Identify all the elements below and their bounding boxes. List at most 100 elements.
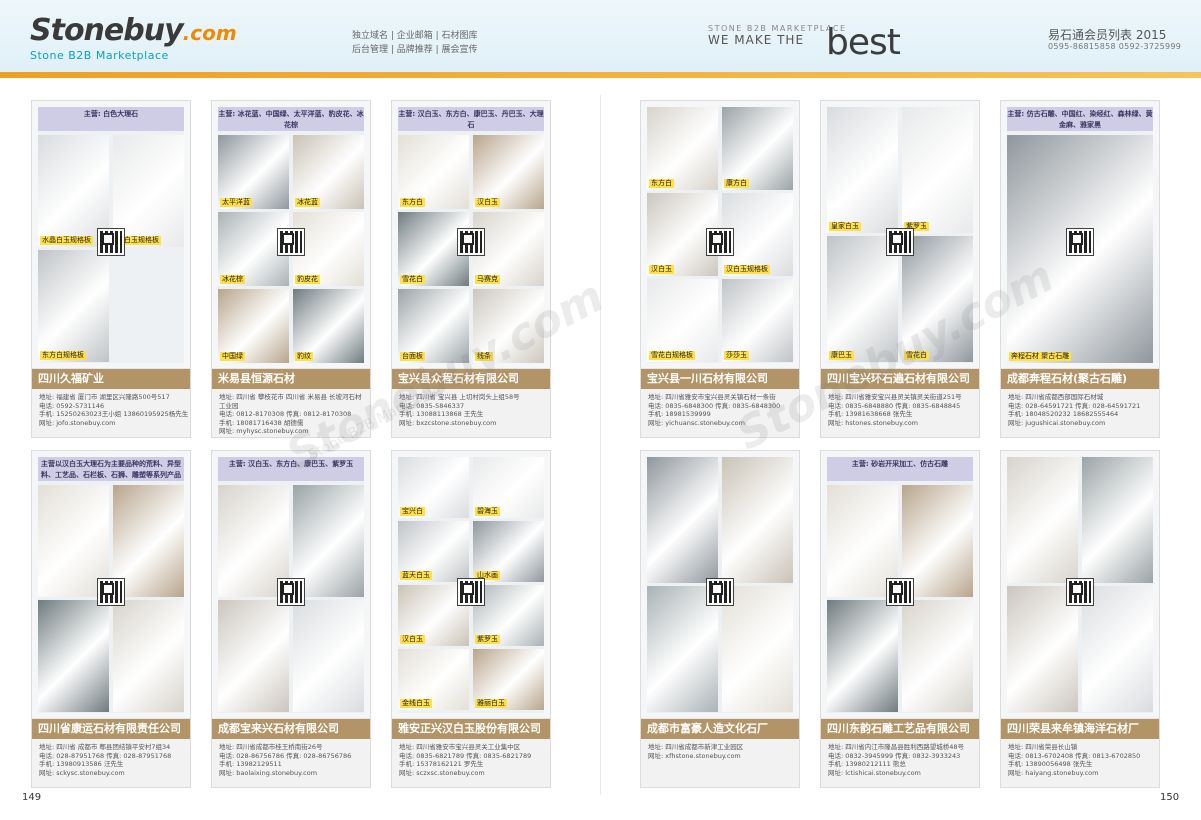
company-card[interactable]: 皇家白玉 紫罗玉 康巴玉 雪花白 四川宝兴环石遍石材有限公司 地址: 四川省雅安宝兴县灵关…: [820, 100, 980, 438]
qr-code-icon[interactable]: [887, 579, 913, 605]
qr-code-icon[interactable]: [278, 579, 304, 605]
stonebuy-logo[interactable]: Stonebuy.com Stone B2B Marketplace: [30, 16, 237, 63]
qr-code-icon[interactable]: [458, 229, 484, 255]
services-line-1: 独立域名 | 企业邮箱 | 石材图库: [352, 31, 478, 41]
product-photo-panel: 主营: 仿古石雕、中国红、染经红、森林绿、黄金麻、雅家黑 奔程石材 聚古石雕: [1001, 101, 1159, 369]
contact-line[interactable]: 网址: sckysc.stonebuy.com: [39, 769, 189, 778]
product-photo-panel: 主营: 白色大理石 水晶白玉规格板 汉白玉规格板 东方白规格板: [32, 101, 190, 369]
company-card[interactable]: 宝兴白 碧海玉 蓝天白玉 山水画 汉白玉 紫罗玉 金线白玉 雅丽白玉雅安正兴汉白玉股份有限公司…: [391, 450, 551, 788]
company-card[interactable]: 主营: 白色大理石 水晶白玉规格板 汉白玉规格板 东方白规格板 四川久福矿业 地址: 福建…: [31, 100, 191, 438]
company-name[interactable]: 四川荣县来牟镇海洋石材厂: [1001, 719, 1159, 739]
stone-sample-image: 东方白规格板: [38, 250, 109, 362]
main-products-banner: 主营以汉白玉大理石为主要品种的荒料、异型料、工艺品、石栏板、石狮、雕塑等系列产品: [38, 457, 184, 481]
product-images: 宝兴白 碧海玉 蓝天白玉 山水画 汉白玉 紫罗玉 金线白玉 雅丽白玉: [398, 457, 544, 713]
contact-line: 地址: 四川省雅安宝兴县灵关镇灵关街道251号: [828, 393, 962, 401]
company-card[interactable]: 主营: 汉白玉、东方白、康巴玉、紫罗玉 成都宝来兴石材有限公司地址: 四川省成都市…: [211, 450, 371, 788]
tagline-best: best: [826, 22, 901, 63]
company-card[interactable]: 主营: 仿古石雕、中国红、染经红、森林绿、黄金麻、雅家黑 奔程石材 聚古石雕 成都奔…: [1000, 100, 1160, 438]
qr-code-icon[interactable]: [707, 579, 733, 605]
contact-line[interactable]: 网址: haiyang.stonebuy.com: [1008, 769, 1158, 778]
contact-line[interactable]: 网址: bxzcstone.stonebuy.com: [399, 419, 549, 428]
company-name[interactable]: 成都宝来兴石材有限公司: [212, 719, 370, 739]
company-card[interactable]: 主营以汉白玉大理石为主要品种的荒料、异型料、工艺品、石栏板、石狮、雕塑等系列产品…: [31, 450, 191, 788]
stone-sample-image: [647, 457, 718, 583]
qr-code-icon[interactable]: [278, 229, 304, 255]
company-contact-details: 地址: 四川省雅安宝兴县灵关镇灵关街道251号 电话: 0835-6848880 …: [828, 393, 978, 427]
contact-line: 地址: 四川省 成都市 郫县团结镇平安村7组34: [39, 743, 171, 751]
contact-line: 手机: 18981539999: [648, 410, 711, 418]
stone-sample-image: 线条: [473, 289, 544, 363]
product-photo-panel: 东方白 康方白 汉白玉 汉白玉规格板 雪花白规格板 莎莎玉: [641, 101, 799, 369]
company-info: 雅安正兴汉白玉股份有限公司 地址: 四川省雅安市宝兴县灵关工业集中区 电话: 083…: [392, 719, 550, 787]
company-info: 四川久福矿业 地址: 福建省 厦门市 湖里区兴隆路500号517 电话: 0592-…: [32, 369, 190, 437]
product-photo-panel: [1001, 451, 1159, 719]
contact-line[interactable]: 网址: jugushicai.stonebuy.com: [1008, 419, 1158, 428]
contact-line: 手机: 18048520232 18682555464: [1008, 410, 1119, 418]
company-contact-details: 地址: 四川省内江市隆昌县胜利西路望城桥48号 电话: 0832-3945999 …: [828, 743, 978, 777]
qr-code-icon[interactable]: [98, 229, 124, 255]
company-contact-details: 地址: 四川省成都市新津工业园区 网址: xfhstone.stonebuy.co…: [648, 743, 798, 760]
company-card[interactable]: 主营: 冰花蓝、中国绿、太平洋蓝、豹皮花、冰花棕 太平洋蓝 冰花蓝 冰花棕 豹皮花 中国绿…: [211, 100, 371, 438]
stone-sample-label: 康巴玉: [829, 351, 854, 360]
company-name[interactable]: 成都奔程石材(聚古石雕): [1001, 369, 1159, 389]
stone-sample-label: 豹纹: [295, 352, 313, 361]
main-products-banner: 主营: 砂岩开采加工、仿古石雕: [827, 457, 973, 481]
contact-line[interactable]: 网址: jofo.stonebuy.com: [39, 419, 189, 428]
contact-line: 地址: 四川省雅安市宝兴县灵关工业集中区: [399, 743, 521, 751]
product-photo-panel: 主营: 汉白玉、东方白、康巴玉、紫罗玉: [212, 451, 370, 719]
qr-code-icon[interactable]: [458, 579, 484, 605]
company-card[interactable]: 四川荣县来牟镇海洋石材厂 地址: 四川省荣县长山镇 电话: 0813-6702408…: [1000, 450, 1160, 788]
contact-line[interactable]: 网址: hstones.stonebuy.com: [828, 419, 978, 428]
company-name[interactable]: 四川宝兴环石遍石材有限公司: [821, 369, 979, 389]
company-card[interactable]: 主营: 砂岩开采加工、仿古石雕四川东韵石雕工艺品有限公司地址: 四川省内江市隆昌…: [820, 450, 980, 788]
stone-sample-label: 汉白玉: [649, 265, 674, 274]
contact-line: 手机: 13088113868 王先生: [399, 410, 484, 418]
company-name[interactable]: 四川东韵石雕工艺品有限公司: [821, 719, 979, 739]
company-name[interactable]: 宝兴县一川石材有限公司: [641, 369, 799, 389]
stone-sample-image: [1007, 457, 1078, 583]
company-name[interactable]: 宝兴县众程石材有限公司: [392, 369, 550, 389]
contact-line: 地址: 四川省雅安市宝兴县灵关镇石材一条街: [648, 393, 776, 401]
company-name[interactable]: 四川省康运石材有限责任公司: [32, 719, 190, 739]
qr-code-icon[interactable]: [1067, 579, 1093, 605]
company-info: 四川荣县来牟镇海洋石材厂 地址: 四川省荣县长山镇 电话: 0813-6702408…: [1001, 719, 1159, 787]
company-name[interactable]: 米易县恒源石材: [212, 369, 370, 389]
logo-subtitle: Stone B2B Marketplace: [30, 49, 169, 62]
services-list: 独立域名 | 企业邮箱 | 石材图库 后台管理 | 品牌推荐 | 展会宣传: [352, 29, 478, 57]
product-images: 主营以汉白玉大理石为主要品种的荒料、异型料、工艺品、石栏板、石狮、雕塑等系列产品: [38, 457, 184, 713]
qr-code-icon[interactable]: [887, 229, 913, 255]
company-card[interactable]: 成都市富豪人造文化石厂 地址: 四川省成都市新津工业园区 网址: xfhstone.…: [640, 450, 800, 788]
product-images: 主营: 砂岩开采加工、仿古石雕: [827, 457, 973, 713]
member-list-title: 易石通会员列表 2015: [1048, 28, 1167, 42]
qr-code-icon[interactable]: [707, 229, 733, 255]
contact-line: 地址: 四川省成都西部国际石材城: [1008, 393, 1104, 401]
contact-line: 手机: 15250263023王小姐 13860195925杨先生: [39, 410, 189, 418]
company-contact-details: 地址: 四川省成都市桂王桥南街26号 电话: 028-86756786 传真: 0…: [219, 743, 369, 777]
stone-sample-image: 台面板: [398, 289, 469, 363]
stone-sample-label: 蓝天白玉: [400, 571, 432, 580]
tagline: STONE B2B MARKETPLACE WE MAKE THE best: [708, 22, 901, 63]
stone-sample-image: [113, 600, 184, 712]
company-card[interactable]: 东方白 康方白 汉白玉 汉白玉规格板 雪花白规格板 莎莎玉 宝兴县一川石材有限公司地址: 四…: [640, 100, 800, 438]
contact-line: 地址: 四川省荣县长山镇: [1008, 743, 1078, 751]
stone-sample-label: 东方白: [400, 198, 425, 207]
contact-line[interactable]: 网址: baolaixing.stonebuy.com: [219, 769, 369, 778]
stone-sample-label: 雪花白: [904, 351, 929, 360]
contact-line[interactable]: 网址: yichuansc.stonebuy.com: [648, 419, 798, 428]
contact-line: 电话: 028-64591721 传真: 028-64591721: [1008, 401, 1141, 410]
company-name[interactable]: 四川久福矿业: [32, 369, 190, 389]
company-name[interactable]: 成都市富豪人造文化石厂: [641, 719, 799, 739]
contact-line[interactable]: 网址: lctishicai.stonebuy.com: [828, 769, 978, 778]
company-card[interactable]: 主营: 汉白玉、东方白、康巴玉、丹巴玉、大理石 东方白 汉白玉 雪花白 马赛克 台面板 线条…: [391, 100, 551, 438]
stone-sample-image: 蓝天白玉: [398, 521, 469, 582]
contact-line[interactable]: 网址: sczxsc.stonebuy.com: [399, 769, 549, 778]
qr-code-icon[interactable]: [98, 579, 124, 605]
contact-line: 工业园: [219, 401, 239, 410]
contact-line[interactable]: 网址: xfhstone.stonebuy.com: [648, 752, 798, 761]
qr-code-icon[interactable]: [1067, 229, 1093, 255]
company-name[interactable]: 雅安正兴汉白玉股份有限公司: [392, 719, 550, 739]
page-header: Stonebuy.com Stone B2B Marketplace 独立域名 …: [0, 0, 1201, 72]
stone-sample-image: 冰花蓝: [293, 135, 364, 209]
stone-sample-label: 紫罗玉: [475, 635, 500, 644]
stone-sample-image: 东方白: [647, 107, 718, 190]
